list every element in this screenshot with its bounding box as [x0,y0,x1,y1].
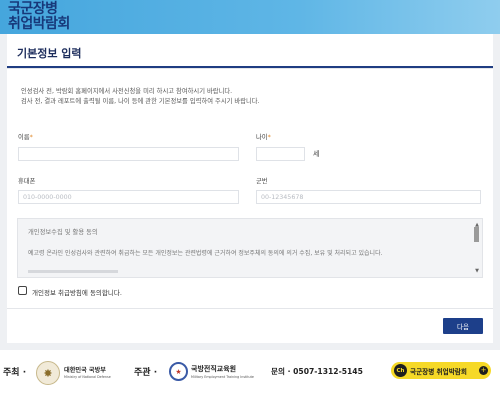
terms-box[interactable]: 개인정보수집 및 활용 동의 예고령 온라인 인성검사와 관련하여 취급하는 모… [17,218,483,278]
channel-badge-icon: Ch [394,364,407,377]
mnd-emblem-icon: ✸ [36,361,60,385]
brand-logo[interactable]: 국군장병 취업박람회 [8,2,70,32]
name-input[interactable] [18,147,239,161]
form-card: 기본정보 입력 인성검사 전, 박람회 홈페이지에서 사전신청을 미리 하시고 … [7,34,493,343]
plus-icon: + [479,366,488,375]
fair-channel-button[interactable]: Ch 국군장병 취업박람회 + [391,362,491,379]
service-number-label: 군번 [256,178,268,185]
brand-logo-line1: 국군장병 [8,1,58,17]
required-mark: * [29,134,33,141]
host-org: 대한민국 국방부 [64,367,107,374]
name-label: 이름* [18,132,33,141]
required-mark: * [267,134,271,141]
footer: 주최 · ✸ 대한민국 국방부 Ministry of National Def… [0,350,500,401]
fair-channel-label: 국군장병 취업박람회 [410,368,467,376]
age-input[interactable] [256,147,305,161]
contact-info: 문의 · 0507-1312-5145 [271,367,363,376]
consent-label[interactable]: 개인정보 취급방침에 동의합니다. [32,287,122,297]
scrollbar-thumb[interactable] [474,227,479,242]
age-label: 나이* [256,132,271,141]
scroll-down-icon[interactable]: ▼ [475,268,479,274]
host-label: 주최 · [3,368,27,378]
organizer-label: 주관 · [134,368,158,378]
phone-label: 휴대폰 [18,178,36,185]
name-label-text: 이름 [18,134,30,141]
institute-seal-icon: ★ [169,362,188,381]
terms-next-line-clipped [28,270,118,273]
service-number-input[interactable] [256,190,481,204]
organizer-org-en: Military Employment Training Institute [191,375,254,379]
host-org-en: Ministry of National Defense [64,375,111,379]
consent-checkbox[interactable] [18,286,27,295]
intro-line: 인성검사 전, 박람회 홈페이지에서 사전신청을 미리 하시고 참여하시기 바랍… [21,88,233,95]
page-title: 기본정보 입력 [17,47,82,60]
organizer-org: 국방전직교육원 [191,365,237,373]
intro-text: 인성검사 전, 박람회 홈페이지에서 사전신청을 미리 하시고 참여하시기 바랍… [21,87,481,106]
next-button[interactable]: 다음 [443,318,483,334]
phone-input[interactable] [18,190,239,204]
terms-body: 예고령 온라인 인성검사와 관련하여 취급하는 모든 개인정보는 관련법령에 근… [28,250,383,257]
brand-logo-line2: 취업박람회 [8,16,70,32]
age-label-text: 나이 [256,134,268,141]
terms-title: 개인정보수집 및 활용 동의 [28,229,98,236]
age-unit: 세 [313,150,320,158]
intro-line: 검사 전, 결과 레포트에 출력될 이름, 나이 등에 관한 기본정보를 입력하… [21,97,260,105]
title-divider-light [7,68,493,69]
footer-divider [7,308,493,309]
